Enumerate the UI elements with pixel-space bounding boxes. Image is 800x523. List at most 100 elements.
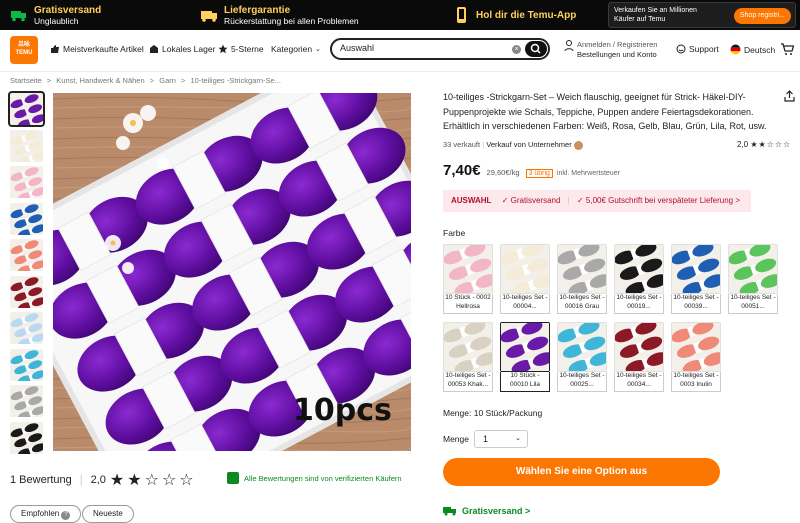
shipping-info[interactable]: Gratisversand >	[443, 506, 530, 516]
truck-icon	[11, 11, 26, 22]
chevron-down-icon: ⌄	[315, 46, 321, 53]
product-rating[interactable]: 2,0 ★★☆☆☆	[737, 140, 791, 149]
image-caption: 10pcs	[293, 393, 392, 428]
warehouse-icon	[150, 45, 158, 53]
share-icon[interactable]	[784, 90, 795, 102]
breadcrumb-category[interactable]: Kunst, Handwerk & Nähen	[56, 76, 144, 85]
top-promo-bar: Gratisversand Unglaublich Liefergarantie R…	[0, 0, 800, 30]
account-orders-label: Bestellungen und Konto	[577, 50, 657, 59]
color-option[interactable]: 10-teiliges Set - 0003 Inulin	[671, 322, 721, 394]
breadcrumb-home[interactable]: Startseite	[10, 76, 42, 85]
verified-shield-icon	[227, 472, 239, 484]
breadcrumb-yarn[interactable]: Garn	[159, 76, 176, 85]
account-menu[interactable]: Anmelden / Registrieren Bestellungen und …	[564, 40, 657, 60]
delivery-guarantee-icon	[201, 11, 217, 22]
breadcrumb-current: 10-teiliges -Strickgarn-Se...	[190, 76, 281, 85]
color-option-image	[557, 244, 607, 294]
nav-local-warehouse[interactable]: Lokales Lager	[149, 44, 215, 54]
color-option[interactable]: 10-teiliges Set - 00004...	[500, 244, 550, 316]
color-option-image	[500, 322, 550, 372]
cart-icon[interactable]	[780, 42, 794, 56]
app-label: Hol dir die Temu-App	[476, 9, 577, 21]
temu-logo[interactable]: 吕咏 TEMU	[10, 36, 38, 64]
review-stars: ★★☆☆☆	[109, 472, 197, 489]
nav-bestsellers-label: Meistverkaufte Artikel	[63, 44, 144, 54]
product-thumbnail[interactable]	[10, 239, 43, 271]
guarantee-promo[interactable]: Liefergarantie Rückerstattung bei allen P…	[200, 0, 359, 30]
color-option[interactable]: 10-teiliges Set - 00051...	[728, 244, 778, 316]
nav-bestsellers[interactable]: Meistverkaufte Artikel	[50, 44, 144, 54]
filter-recommended[interactable]: Empfohlen ?	[10, 505, 82, 523]
search-icon	[530, 43, 541, 54]
color-option-image	[614, 322, 664, 372]
quantity-select[interactable]: 1 ⌄	[474, 430, 528, 448]
banner-divider: |	[567, 196, 570, 205]
nav-five-stars[interactable]: 5-Sterne	[218, 44, 264, 54]
color-option-image	[614, 244, 664, 294]
tax-note: inkl. Mehrwertsteuer	[556, 170, 620, 177]
review-score: 2,0	[90, 474, 106, 486]
nav-categories[interactable]: Kategorien ⌄	[271, 44, 321, 54]
color-option[interactable]: 10-teiliges Set - 00039...	[671, 244, 721, 316]
search-bar[interactable]: Auswahl ×	[330, 38, 550, 60]
search-button[interactable]	[525, 41, 547, 57]
guarantee-sub: Rückerstattung bei allen Problemen	[224, 15, 359, 26]
color-option[interactable]: 10-teiliges Set - 00025...	[557, 322, 607, 394]
product-thumbnail[interactable]	[10, 202, 43, 235]
color-option[interactable]: 10-teiliges Set - 00034...	[614, 322, 664, 394]
product-thumbnail[interactable]	[10, 166, 43, 198]
breadcrumb-separator: >	[149, 76, 155, 85]
german-flag-icon	[730, 44, 741, 55]
product-thumbnail[interactable]	[10, 421, 43, 454]
seller-promo-banner[interactable]: Verkaufen Sie an Millionen Käufer auf Tem…	[608, 2, 796, 28]
main-product-image[interactable]: 10pcs	[53, 93, 411, 451]
promo-text-2: Käufer auf Temu	[614, 16, 666, 23]
product-thumbnail[interactable]	[10, 348, 43, 381]
search-input[interactable]: Auswahl	[340, 43, 374, 53]
select-option-button[interactable]: Wählen Sie eine Option aus	[443, 458, 720, 486]
breadcrumb-separator: >	[181, 76, 186, 85]
color-option-image	[557, 322, 607, 372]
product-thumbnail[interactable]	[10, 385, 43, 417]
shop-register-button[interactable]: Shop registri...	[733, 8, 791, 24]
unit-price: 29,60€/kg	[486, 168, 520, 177]
price: 7,40€	[443, 162, 481, 179]
color-option-label: 10 Stück - 00010 Lila	[500, 372, 550, 392]
review-summary[interactable]: 1 Bewertung | 2,0 ★★☆☆☆	[10, 470, 197, 490]
product-thumbnail[interactable]	[10, 312, 43, 344]
color-option[interactable]: 10-teiliges Set - 00019...	[614, 244, 664, 316]
phone-icon	[457, 7, 466, 23]
support-link[interactable]: Support	[676, 44, 719, 54]
product-thumbnail[interactable]	[10, 129, 43, 162]
color-option[interactable]: 10 Stück - 00010 Lila	[500, 322, 550, 394]
product-rating-score: 2,0	[737, 140, 749, 149]
support-icon	[676, 44, 686, 54]
clear-search-icon[interactable]: ×	[512, 45, 521, 54]
quantity-value: 1	[483, 434, 489, 444]
free-shipping-promo[interactable]: Gratisversand Unglaublich	[10, 0, 101, 30]
color-option[interactable]: 10-teiliges Set - 00053 Khak...	[443, 322, 493, 394]
color-option-image	[443, 322, 493, 372]
free-shipping-sub: Unglaublich	[34, 15, 79, 26]
product-title: 10-teiliges -Strickgarn-Set – Weich flau…	[443, 92, 767, 131]
user-icon	[564, 40, 574, 52]
color-option-image	[671, 322, 721, 372]
color-option[interactable]: 10-teiliges Set - 00016 Grau	[557, 244, 607, 316]
support-label: Support	[689, 44, 719, 54]
product-thumbnail[interactable]	[10, 275, 43, 308]
product-thumbnail[interactable]	[8, 91, 45, 127]
language-selector[interactable]: Deutsch	[730, 44, 775, 55]
color-option-label: 10 Stück - 0002 Hellrosa	[443, 294, 493, 314]
breadcrumb-separator: >	[46, 76, 52, 85]
color-option-label: 10-teiliges Set - 00051...	[728, 294, 778, 314]
selection-banner[interactable]: AUSWAHL ✓ Gratisversand | ✓ 5,00€ Gutsch…	[443, 190, 751, 212]
seller-name[interactable]: Verkauf von Unternehmer	[486, 140, 571, 149]
seller-avatar	[573, 140, 583, 150]
filter-newest[interactable]: Neueste	[82, 505, 134, 523]
color-option[interactable]: 10 Stück - 0002 Hellrosa	[443, 244, 493, 316]
verified-reviews-note: Alle Bewertungen sind von verifizierten …	[227, 472, 402, 484]
app-promo[interactable]: Hol dir die Temu-App	[452, 0, 576, 30]
color-option-image	[500, 244, 550, 294]
shipping-label: Gratisversand >	[462, 506, 531, 516]
thumbs-up-icon	[51, 45, 59, 53]
